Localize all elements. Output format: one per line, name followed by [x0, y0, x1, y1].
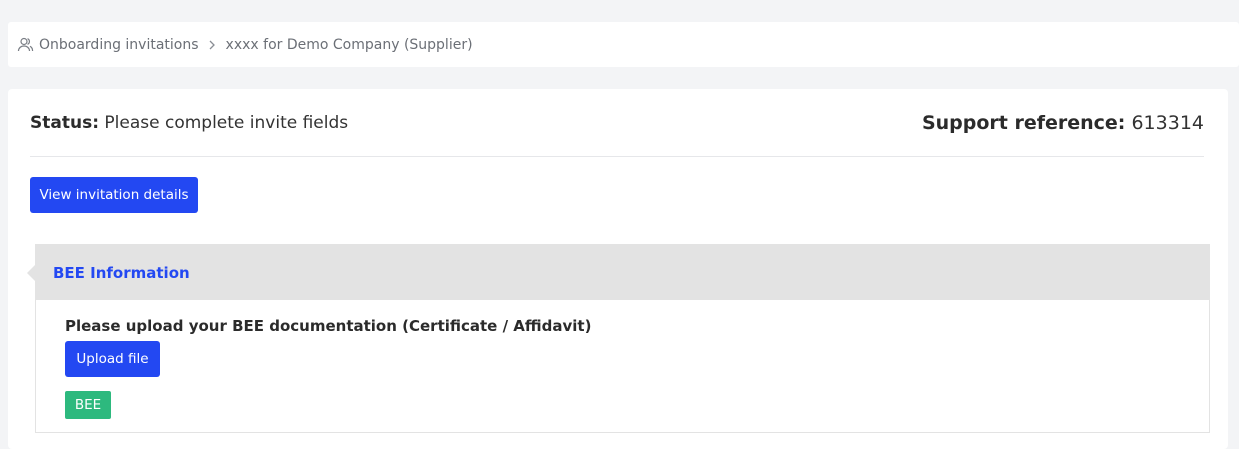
- status-label: Status:: [30, 113, 99, 133]
- support-reference-value: 613314: [1131, 112, 1204, 134]
- support-reference-label: Support reference:: [921, 112, 1126, 134]
- bee-information-section: BEE Information Please upload your BEE d…: [27, 244, 1210, 433]
- breadcrumb-current: xxxx for Demo Company (Supplier): [225, 36, 473, 53]
- users-icon: [17, 36, 34, 53]
- support-reference: Support reference: 613314: [922, 112, 1204, 134]
- view-invitation-details-button[interactable]: View invitation details: [30, 177, 198, 213]
- upload-file-button[interactable]: Upload file: [65, 341, 160, 377]
- invitation-card: Status: Please complete invite fields Su…: [8, 89, 1228, 449]
- status-text: Status: Please complete invite fields: [30, 113, 348, 133]
- bee-document-badge[interactable]: BEE: [65, 391, 111, 419]
- bee-section-header[interactable]: BEE Information: [27, 245, 1209, 300]
- breadcrumb: Onboarding invitations xxxx for Demo Com…: [8, 22, 1239, 67]
- divider: [30, 156, 1204, 157]
- status-row: Status: Please complete invite fields Su…: [30, 111, 1204, 135]
- upload-prompt: Please upload your BEE documentation (Ce…: [65, 317, 592, 335]
- breadcrumb-root-link[interactable]: Onboarding invitations: [39, 37, 199, 53]
- chevron-right-icon: [208, 40, 216, 50]
- bee-section-title: BEE Information: [53, 263, 190, 282]
- status-value: Please complete invite fields: [104, 113, 349, 133]
